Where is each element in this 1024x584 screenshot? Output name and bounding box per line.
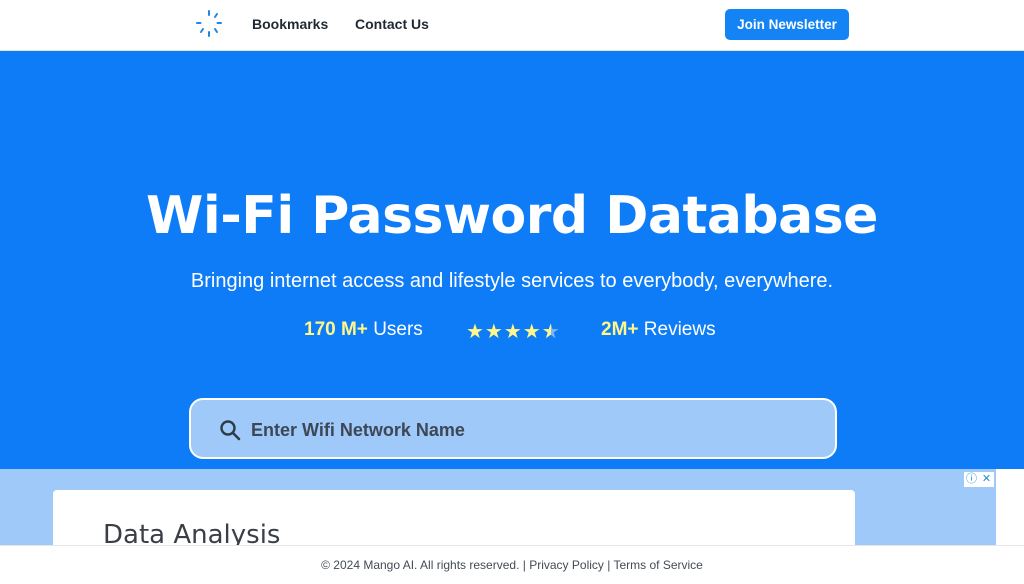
footer-separator: | bbox=[522, 558, 526, 572]
ad-controls: ⓘ ✕ bbox=[964, 469, 994, 487]
footer: © 2024 Mango AI. All rights reserved. | … bbox=[0, 545, 1024, 576]
search-icon bbox=[220, 420, 241, 441]
privacy-policy-link[interactable]: Privacy Policy bbox=[529, 558, 604, 572]
reviews-count: 2M+ bbox=[601, 319, 639, 340]
nav-link-contact-us[interactable]: Contact Us bbox=[355, 16, 429, 32]
hero-section: Wi-Fi Password Database Bringing interne… bbox=[0, 51, 1024, 469]
terms-of-service-link[interactable]: Terms of Service bbox=[614, 558, 703, 572]
ad-banner[interactable]: Data Analysis bbox=[0, 469, 996, 550]
footer-separator: | bbox=[607, 558, 611, 572]
spinner-logo-icon[interactable] bbox=[193, 9, 225, 39]
stats-row: 170 M+ Users ★★★★★ 2M+ Reviews bbox=[0, 319, 1024, 345]
top-nav: Bookmarks Contact Us Join Newsletter bbox=[0, 0, 1024, 51]
wifi-search-box[interactable] bbox=[189, 398, 837, 459]
half-star-icon: ★ bbox=[542, 319, 561, 344]
page-title: Wi-Fi Password Database bbox=[146, 186, 878, 246]
nav-link-bookmarks[interactable]: Bookmarks bbox=[252, 16, 328, 32]
reviews-stat: 2M+ Reviews bbox=[601, 319, 716, 341]
ad-close-icon[interactable]: ✕ bbox=[979, 472, 994, 487]
copyright-text: © 2024 Mango AI. All rights reserved. bbox=[321, 558, 520, 572]
ad-card[interactable]: Data Analysis bbox=[53, 490, 855, 550]
join-newsletter-button[interactable]: Join Newsletter bbox=[725, 9, 849, 40]
reviews-label: Reviews bbox=[643, 319, 716, 340]
hero-subtitle: Bringing internet access and lifestyle s… bbox=[190, 270, 834, 292]
users-count: 170 M+ bbox=[304, 319, 368, 340]
wifi-network-search-input[interactable] bbox=[249, 413, 813, 447]
rating-stars: ★★★★★ bbox=[466, 319, 561, 344]
ad-info-icon[interactable]: ⓘ bbox=[964, 472, 979, 487]
users-label: Users bbox=[373, 319, 423, 340]
full-stars-icon: ★★★★ bbox=[466, 321, 542, 343]
users-stat: 170 M+ Users bbox=[304, 319, 423, 341]
